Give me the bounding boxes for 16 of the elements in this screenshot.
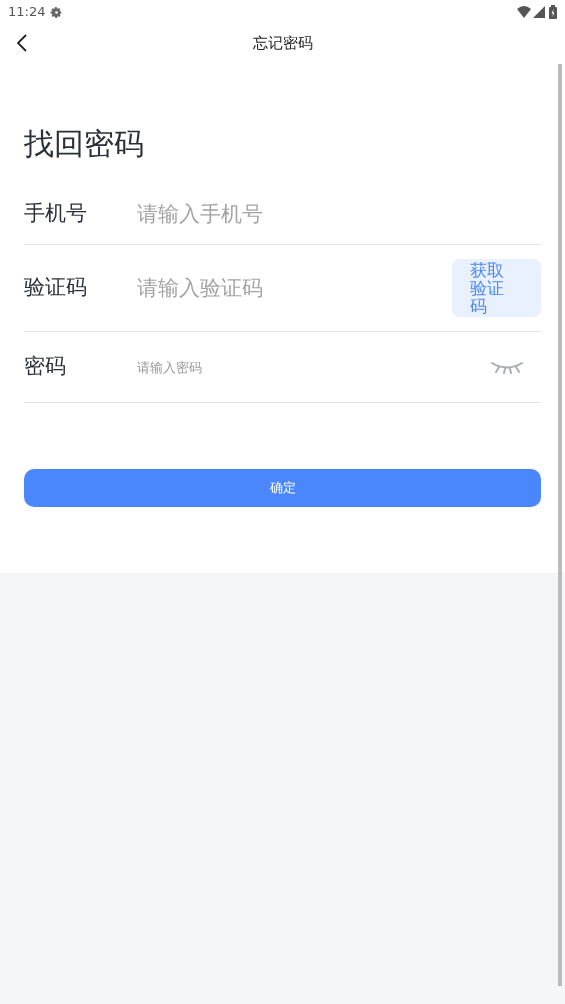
field-label: 密码 <box>24 353 67 381</box>
field-label: 验证码 <box>24 274 88 302</box>
input-field[interactable]: 请输入手机号 <box>137 194 541 234</box>
input-field[interactable]: 请输入密码 <box>137 352 491 382</box>
page-title: 忘记密码 <box>252 32 313 54</box>
confirm-button[interactable]: 确定 <box>24 469 541 507</box>
wifi-icon <box>517 6 531 18</box>
gear-icon <box>50 5 64 19</box>
signal-icon <box>533 6 545 18</box>
chevron-left-icon <box>16 34 28 52</box>
page-heading: 找回密码 <box>24 125 144 163</box>
get-code-button[interactable]: 获取验证码 <box>452 259 541 317</box>
status-time: 11:24 <box>8 3 46 22</box>
field-label: 手机号 <box>24 200 88 228</box>
battery-icon <box>549 5 557 19</box>
input-field[interactable]: 请输入验证码 <box>137 268 452 308</box>
